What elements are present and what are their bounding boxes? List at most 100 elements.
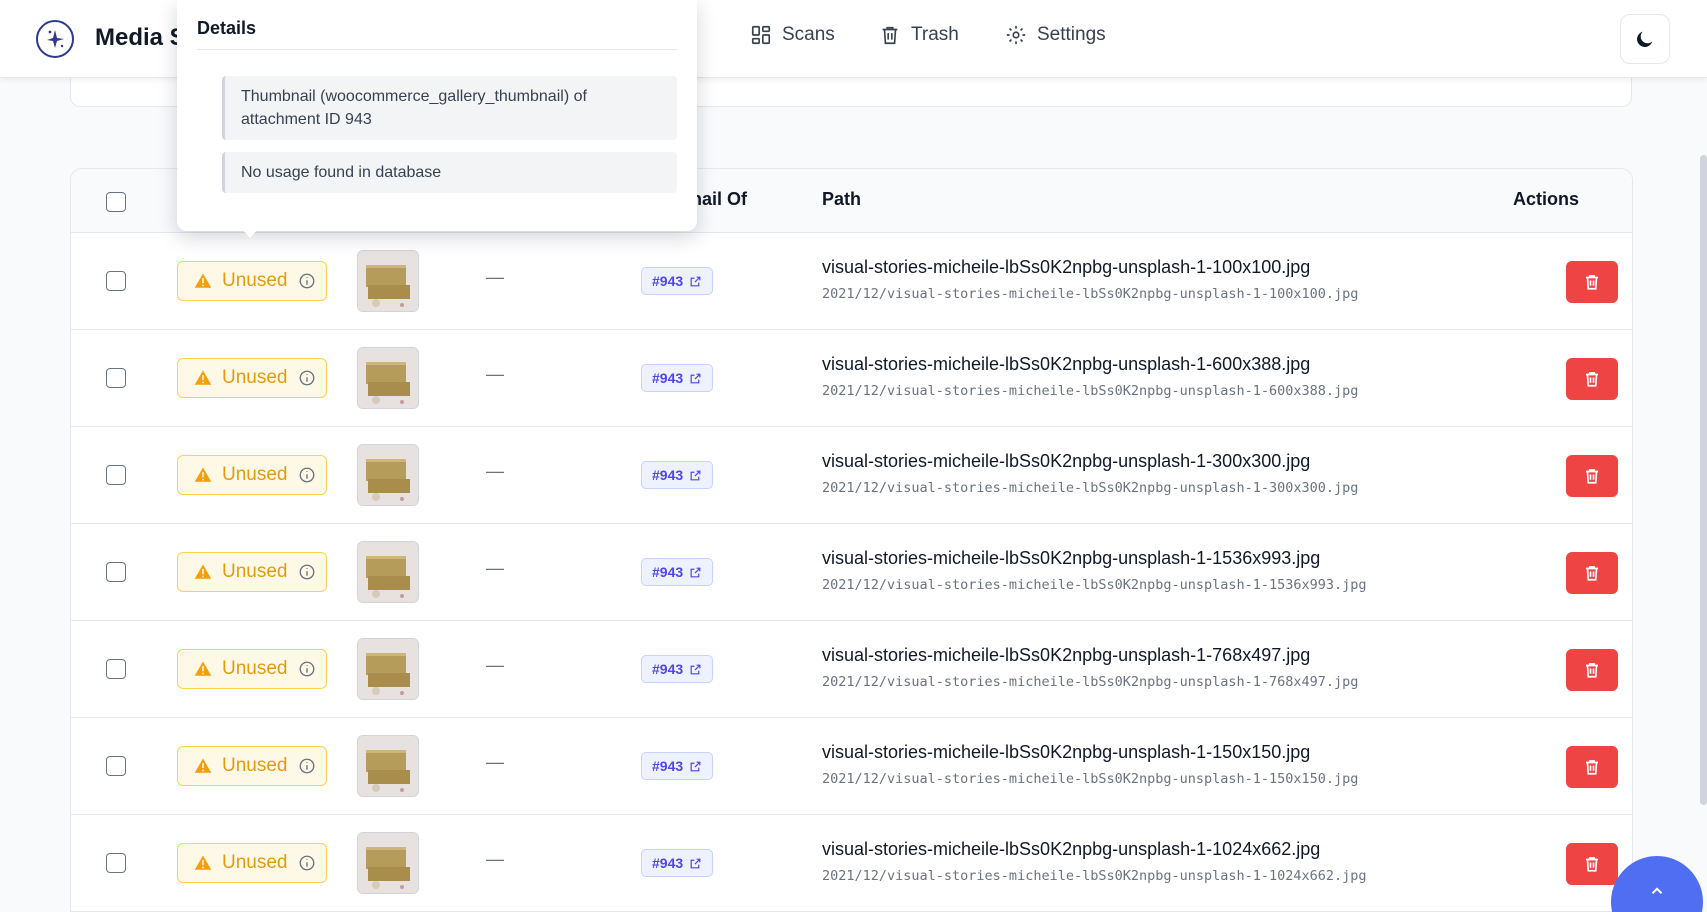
row-checkbox[interactable]	[106, 271, 126, 291]
file-thumbnail[interactable]	[357, 541, 419, 603]
nav-trash[interactable]: Trash	[879, 20, 959, 50]
warning-icon	[194, 855, 212, 870]
grid-icon	[751, 25, 771, 45]
row-checkbox[interactable]	[106, 756, 126, 776]
file-name: visual-stories-micheile-lbSs0K2npbg-unsp…	[822, 839, 1321, 859]
status-label: Unused	[222, 852, 288, 873]
row-checkbox[interactable]	[106, 368, 126, 388]
status-badge[interactable]: Unused	[177, 843, 327, 883]
attachment-id: #943	[652, 758, 684, 774]
app-title: Media S	[95, 24, 186, 51]
attachment-id: #943	[652, 273, 684, 289]
status-label: Unused	[222, 755, 288, 776]
trash-icon	[1586, 760, 1598, 775]
file-name: visual-stories-micheile-lbSs0K2npbg-unsp…	[822, 354, 1311, 374]
attachment-id-link[interactable]: #943	[641, 655, 714, 683]
attachment-id: #943	[652, 467, 684, 483]
status-badge[interactable]: Unused	[177, 358, 327, 398]
delete-button[interactable]	[1566, 552, 1618, 594]
attachment-id-link[interactable]: #943	[641, 752, 714, 780]
attachment-id: #943	[652, 855, 684, 871]
row-checkbox[interactable]	[106, 465, 126, 485]
info-icon[interactable]	[298, 563, 316, 581]
delete-button[interactable]	[1566, 746, 1618, 788]
info-icon[interactable]	[298, 757, 316, 775]
status-badge[interactable]: Unused	[177, 746, 327, 786]
empty-value: —	[486, 267, 504, 287]
app-logo-icon[interactable]	[36, 20, 74, 58]
row-checkbox[interactable]	[106, 562, 126, 582]
trash-icon	[1586, 275, 1598, 290]
detail-item: Thumbnail (woocommerce_gallery_thumbnail…	[222, 76, 677, 141]
file-path: 2021/12/visual-stories-micheile-lbSs0K2n…	[822, 286, 1359, 302]
delete-button[interactable]	[1566, 455, 1618, 497]
warning-icon	[194, 564, 212, 579]
trash-icon	[1586, 469, 1598, 484]
popover-arrow	[242, 229, 258, 238]
file-thumbnail[interactable]	[357, 832, 419, 894]
file-path: 2021/12/visual-stories-micheile-lbSs0K2n…	[822, 868, 1367, 884]
status-badge[interactable]: Unused	[177, 455, 327, 495]
row-checkbox[interactable]	[106, 853, 126, 873]
attachment-id-link[interactable]: #943	[641, 461, 714, 489]
attachment-id-link[interactable]: #943	[641, 558, 714, 586]
file-thumbnail[interactable]	[357, 735, 419, 797]
status-badge[interactable]: Unused	[177, 261, 327, 301]
delete-button[interactable]	[1566, 649, 1618, 691]
file-path: 2021/12/visual-stories-micheile-lbSs0K2n…	[822, 771, 1359, 787]
details-popover: Details Thumbnail (woocommerce_gallery_t…	[177, 0, 697, 238]
table-row: Unused — #943 visual-stories-micheile-lb…	[71, 621, 1632, 718]
file-thumbnail[interactable]	[357, 638, 419, 700]
file-thumbnail[interactable]	[357, 444, 419, 506]
delete-button[interactable]	[1566, 261, 1618, 303]
trash-icon	[1586, 566, 1598, 581]
status-label: Unused	[222, 270, 288, 291]
info-icon[interactable]	[298, 466, 316, 484]
header-actions: Actions	[1513, 189, 1580, 209]
attachment-id-link[interactable]: #943	[641, 849, 714, 877]
file-path: 2021/12/visual-stories-micheile-lbSs0K2n…	[822, 577, 1367, 593]
file-path: 2021/12/visual-stories-micheile-lbSs0K2n…	[822, 480, 1359, 496]
external-link-icon	[690, 761, 701, 771]
attachment-id: #943	[652, 370, 684, 386]
status-label: Unused	[222, 464, 288, 485]
warning-icon	[194, 370, 212, 385]
gear-icon	[1006, 25, 1026, 45]
info-icon[interactable]	[298, 660, 316, 678]
trash-icon	[1586, 663, 1598, 678]
files-table: nail Of Path Actions Unused — #943 visua…	[70, 168, 1633, 912]
external-link-icon	[690, 858, 701, 868]
external-link-icon	[690, 276, 701, 286]
info-icon[interactable]	[298, 369, 316, 387]
table-row: Unused — #943 visual-stories-micheile-lb…	[71, 330, 1632, 427]
select-all-checkbox[interactable]	[106, 192, 126, 212]
table-row: Unused — #943 visual-stories-micheile-lb…	[71, 718, 1632, 815]
file-thumbnail[interactable]	[357, 250, 419, 312]
nav-scans[interactable]: Scans	[750, 20, 835, 50]
delete-button[interactable]	[1566, 358, 1618, 400]
file-thumbnail[interactable]	[357, 347, 419, 409]
status-badge[interactable]: Unused	[177, 649, 327, 689]
file-name: visual-stories-micheile-lbSs0K2npbg-unsp…	[822, 742, 1311, 762]
empty-value: —	[486, 461, 504, 481]
warning-icon	[194, 758, 212, 773]
delete-button[interactable]	[1566, 843, 1618, 885]
file-name: visual-stories-micheile-lbSs0K2npbg-unsp…	[822, 257, 1311, 277]
page-scrollbar[interactable]	[1700, 155, 1707, 805]
empty-value: —	[486, 558, 504, 578]
info-icon[interactable]	[298, 272, 316, 290]
status-badge[interactable]: Unused	[177, 552, 327, 592]
theme-toggle-button[interactable]	[1620, 14, 1670, 64]
popover-divider	[197, 49, 677, 50]
nav-scans-label: Scans	[782, 24, 835, 45]
attachment-id-link[interactable]: #943	[641, 364, 714, 392]
attachment-id-link[interactable]: #943	[641, 267, 714, 295]
row-checkbox[interactable]	[106, 659, 126, 679]
info-icon[interactable]	[298, 854, 316, 872]
nav-settings[interactable]: Settings	[1005, 20, 1106, 50]
file-name: visual-stories-micheile-lbSs0K2npbg-unsp…	[822, 645, 1311, 665]
table-row: Unused — #943 visual-stories-micheile-lb…	[71, 815, 1632, 912]
external-link-icon	[690, 567, 701, 577]
trash-icon	[882, 26, 898, 45]
empty-value: —	[486, 655, 504, 675]
